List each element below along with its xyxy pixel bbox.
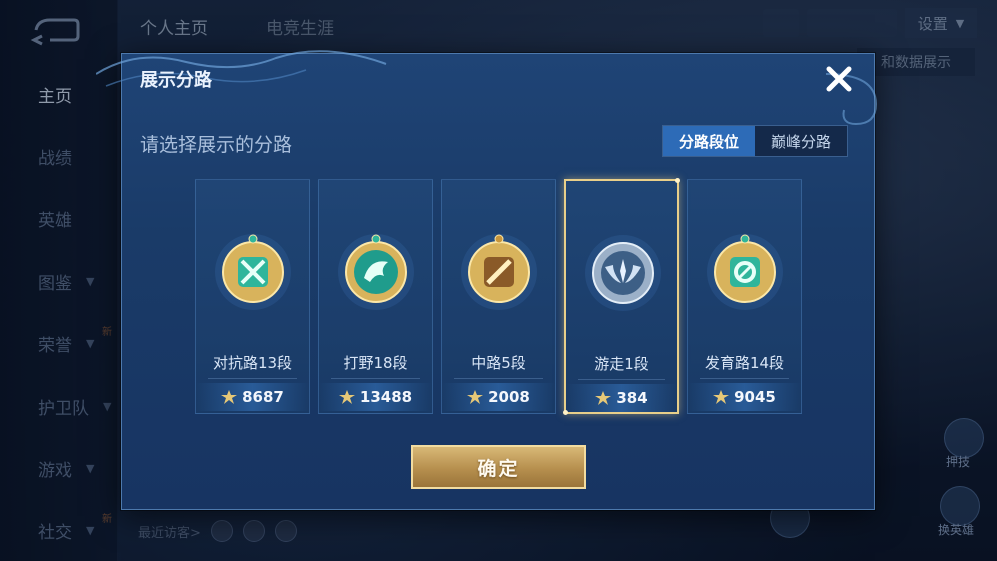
lane-score-value: 9045: [734, 388, 776, 406]
tab-lane-rank[interactable]: 分路段位: [663, 126, 755, 156]
lane-name: 中路5段: [471, 354, 526, 372]
lane-display-dialog: 展示分路 请选择展示的分路 分路段位 巅峰分路 对抗路13段 8687 打野18…: [96, 50, 878, 510]
power-icon: [713, 390, 730, 404]
lane-score-value: 2008: [488, 388, 530, 406]
power-icon: [467, 390, 484, 404]
lane-card-list: 对抗路13段 8687 打野18段 13488 中路5段 2008 游走1段 3…: [195, 178, 805, 415]
lane-card-roam[interactable]: 游走1段 384: [563, 178, 680, 415]
staff-gold-icon: [461, 234, 537, 310]
divider: [700, 378, 789, 379]
power-icon: [595, 391, 612, 405]
close-button[interactable]: [822, 62, 856, 96]
lane-name: 发育路14段: [704, 354, 785, 372]
divider: [331, 378, 420, 379]
lane-card-jungle[interactable]: 打野18段 13488: [318, 179, 433, 414]
lane-score-value: 13488: [359, 388, 413, 406]
corner-sparkle-icon: [675, 178, 680, 183]
tab-peak-lane[interactable]: 巅峰分路: [755, 126, 847, 156]
lane-name: 对抗路13段: [212, 354, 293, 372]
divider: [208, 378, 297, 379]
lane-score-value: 8687: [242, 388, 284, 406]
lane-score: 8687: [196, 383, 309, 411]
dialog-subtitle: 请选择展示的分路: [140, 134, 293, 156]
ring-gold-icon: [707, 234, 783, 310]
lane-name: 打野18段: [343, 354, 408, 372]
lane-score: 9045: [688, 383, 801, 411]
dragon-gold-icon: [338, 234, 414, 310]
crossed-swords-gold-icon: [215, 234, 291, 310]
divider: [578, 379, 665, 380]
lane-score: 2008: [442, 383, 555, 411]
dialog-title: 展示分路: [140, 70, 212, 91]
lane-card-top[interactable]: 对抗路13段 8687: [195, 179, 310, 414]
lane-card-farm[interactable]: 发育路14段 9045: [687, 179, 802, 414]
lane-score-value: 384: [616, 389, 648, 407]
lane-name: 游走1段: [594, 355, 649, 373]
confirm-button[interactable]: 确定: [411, 445, 586, 489]
close-icon: [826, 66, 852, 92]
lane-card-mid[interactable]: 中路5段 2008: [441, 179, 556, 414]
mode-segment-control: 分路段位 巅峰分路: [662, 125, 848, 157]
wings-silver-icon: [585, 235, 661, 311]
lane-score: 13488: [319, 383, 432, 411]
divider: [454, 378, 543, 379]
power-icon: [338, 390, 355, 404]
lane-score: 384: [566, 384, 677, 412]
power-icon: [221, 390, 238, 404]
